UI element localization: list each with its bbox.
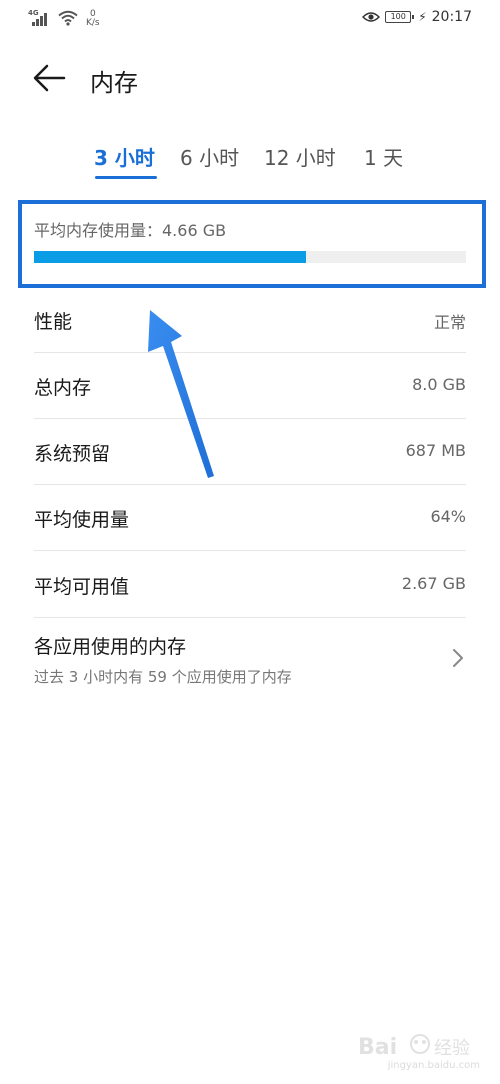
row-value: 2.67 GB [401,574,466,593]
time-range-tabs: 3 小时 6 小时 12 小时 1 天 [0,142,500,182]
status-bar: 4G 0 K/s 100 ⚡ 20:17 [0,0,500,40]
battery-level: 100 [390,12,406,21]
battery-icon: 100 [385,11,415,23]
charging-icon: ⚡ [418,10,427,24]
page-title: 内存 [90,69,138,97]
annotation-arrow-icon [148,310,214,478]
svg-text:经验: 经验 [434,1038,470,1059]
row-label: 性能 [34,311,73,333]
app-header: 内存 [0,54,500,104]
back-arrow-icon[interactable] [32,63,66,93]
eye-icon [362,12,381,22]
chevron-right-icon [453,649,463,667]
active-tab-indicator [95,176,157,179]
svg-text:Bai: Bai [358,1035,397,1060]
baidu-watermark-logo: Bai 经验 jingyan.baidu.com [354,1030,484,1076]
row-label: 平均使用量 [34,509,130,531]
watermark-url: jingyan.baidu.com [387,1060,480,1071]
row-value: 687 MB [405,441,466,460]
per-app-memory-subtitle: 过去 3 小时内有 59 个应用使用了内存 [34,668,292,686]
row-value: 正常 [433,313,466,332]
wifi-icon [58,10,78,26]
status-left: 4G 0 K/s [28,9,100,28]
row-system-reserved: 系统预留 687 MB [34,419,466,485]
row-value: 64% [430,507,466,526]
tab-6-hours[interactable]: 6 小时 [180,142,239,171]
row-avg-available: 平均可用值 2.67 GB [34,552,466,618]
paw-logo-icon: Bai 经验 [358,1034,470,1060]
net-speed: 0 K/s [86,10,100,28]
annotation-highlight-box [18,200,486,288]
row-value: 8.0 GB [412,375,466,394]
tab-1-day[interactable]: 1 天 [364,142,403,171]
memory-usage-progress-bar [34,251,466,263]
signal-icon: 4G [28,9,50,26]
status-right: 100 ⚡ 20:17 [362,9,472,25]
net-speed-unit: K/s [86,18,100,28]
row-total-memory: 总内存 8.0 GB [34,353,466,419]
row-performance: 性能 正常 [34,287,466,353]
per-app-memory-row[interactable]: 各应用使用的内存 过去 3 小时内有 59 个应用使用了内存 [34,620,466,700]
row-label: 总内存 [34,377,92,399]
avg-memory-usage-label: 平均内存使用量：4.66 GB [34,221,227,240]
status-time: 20:17 [431,9,472,25]
tab-12-hours[interactable]: 12 小时 [264,142,336,171]
tab-3-hours[interactable]: 3 小时 [94,142,155,171]
memory-usage-progress-fill [34,251,307,263]
row-label: 系统预留 [34,443,111,465]
row-avg-usage: 平均使用量 64% [34,485,466,551]
row-label: 平均可用值 [34,576,130,598]
per-app-memory-title: 各应用使用的内存 [34,636,187,658]
